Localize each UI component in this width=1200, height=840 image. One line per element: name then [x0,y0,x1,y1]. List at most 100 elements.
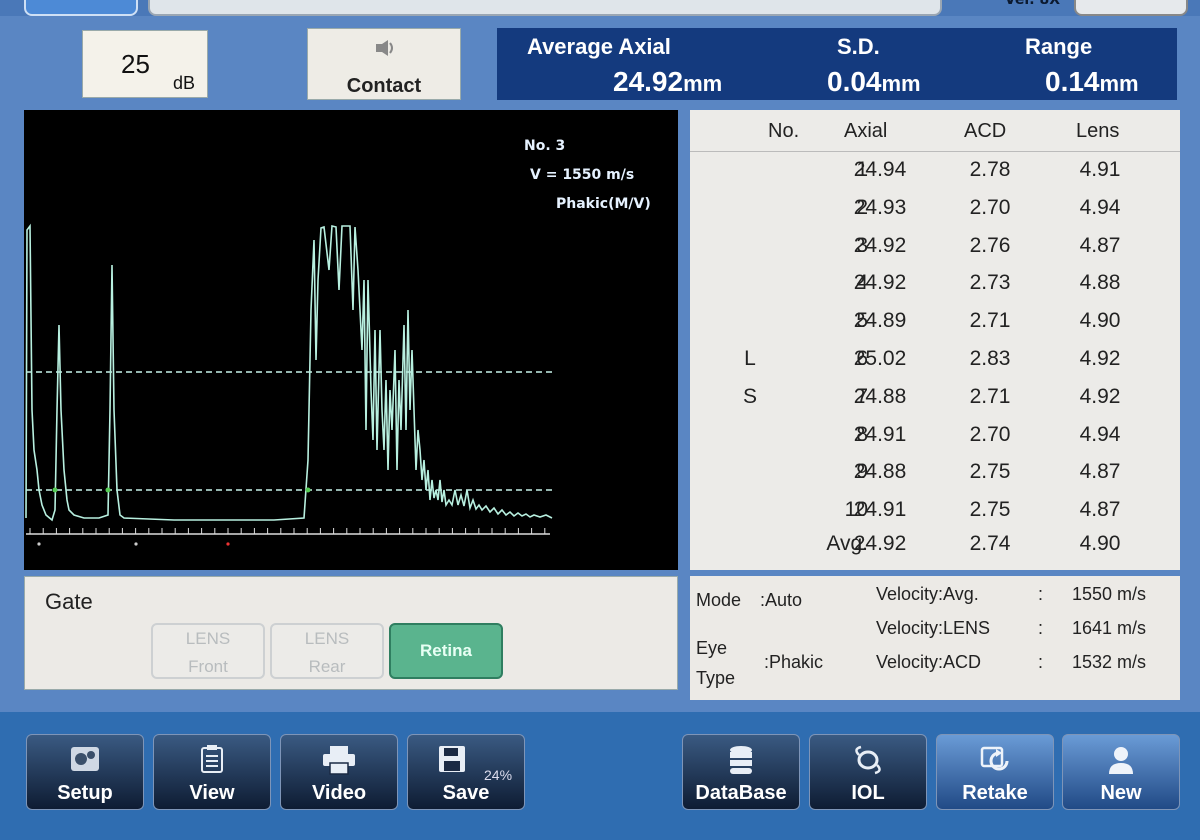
clipboard-icon [201,745,223,773]
ultrasound-screen: Ver. 8X 25 dB Contact Average Axial 24.9… [0,0,1200,840]
printer-icon [323,746,355,775]
row-axial: 24.88 [853,460,907,484]
row-acd: 2.83 [969,347,1011,370]
row-lens: 4.87 [1079,460,1121,484]
database-icon [730,746,752,774]
row-lens: 4.90 [1079,309,1121,333]
table-row: S 7 24.88 2.71 4.92 [690,385,1180,423]
table-row: L 6 25.02 2.83 4.92 [690,347,1180,385]
a-scan-waveform: No. 3 V = 1550 m/s Phakic(M/V) [24,110,678,570]
velocity-acd-label: Velocity:ACD [876,652,982,672]
new-patient-button[interactable]: New [1062,734,1180,810]
row-acd: 2.71 [969,309,1011,333]
row-axial: 24.92 [853,532,907,555]
table-row: 3 24.92 2.76 4.87 [690,234,1180,272]
save-percent: 24% [484,767,513,783]
table-row: 2 24.93 2.70 4.94 [690,196,1180,234]
average-axial-label: Average Axial [527,34,671,59]
contact-label: Contact [346,75,422,97]
row-lens: 4.92 [1079,384,1121,408]
row-acd: 2.71 [969,384,1011,408]
retake-button[interactable]: Retake [936,734,1054,810]
header-divider [690,151,1180,152]
gate-panel: Gate LENS Front LENS Rear Retina [24,576,678,690]
table-row: 8 24.91 2.70 4.94 [690,423,1180,461]
top-tab-left[interactable] [24,0,138,16]
iol-button[interactable]: IOL [809,734,927,810]
row-acd: 2.70 [969,422,1011,446]
mode-value: :Auto [760,590,803,610]
row-lens: 4.94 [1079,195,1121,219]
row-acd: 2.76 [969,233,1011,257]
view-button[interactable]: View [153,734,271,810]
top-title-field: Ver. 8X [148,0,1060,16]
waveform-plot [25,223,554,546]
row-axial: 24.92 [853,271,907,295]
eye-type-value: :Phakic [764,652,824,672]
range-value: 0.14mm [1045,66,1139,97]
row-lens: 4.87 [1079,498,1121,522]
col-header-axial: Axial [844,120,888,142]
row-axial: 24.91 [853,422,907,446]
row-lens: 4.88 [1079,271,1121,295]
row-lens: 4.90 [1079,532,1121,555]
eye-type-label-line1: Eye [696,638,728,658]
sd-label: S.D. [837,34,880,59]
row-acd: 2.73 [969,271,1011,295]
version-label: Ver. 8X [1004,0,1060,8]
gate-lens-front-button[interactable]: LENS Front [151,623,265,679]
row-acd: 2.78 [969,158,1011,181]
row-lens: 4.92 [1079,347,1121,370]
setup-button[interactable]: Setup [26,734,144,810]
average-axial-value: 24.92mm [613,66,723,97]
row-axial: 24.93 [853,195,907,219]
range-unit: mm [1099,71,1139,96]
velocity-acd-colon: : [1038,652,1044,672]
measurement-table: No. Axial ACD Lens 1 24.94 2.78 4.91 2 24.93 2… [690,110,1180,570]
sd-value: 0.04mm [827,66,921,97]
database-button[interactable]: DataBase [682,734,800,810]
velocity-avg-value: 1550 m/s [1072,584,1147,604]
top-bar: Ver. 8X [0,0,1200,16]
contact-button[interactable]: Contact [307,28,461,100]
velocity-avg-label: Velocity:Avg. [876,584,979,604]
row-lens: 4.87 [1079,233,1121,257]
col-header-lens: Lens [1076,120,1120,142]
mode-label: Mode [696,590,742,610]
lens-icon [855,745,881,775]
sd-unit: mm [881,71,921,96]
gate-title: Gate [45,589,93,614]
settings-icon [71,747,99,771]
gain-unit: dB [173,73,196,93]
gain-control[interactable]: 25 dB [82,30,208,98]
row-lens: 4.94 [1079,422,1121,446]
table-row: 1 24.94 2.78 4.91 [690,158,1180,196]
velocity-lens-label: Velocity:LENS [876,618,991,638]
row-axial: 24.88 [853,384,907,408]
row-axial: 25.02 [853,347,907,370]
average-axial-unit: mm [683,71,723,96]
velocity-avg-colon: : [1038,584,1044,604]
table-row: Avg. 24.92 2.74 4.90 [690,532,1180,570]
range-label: Range [1025,34,1093,59]
top-tab-right[interactable] [1074,0,1188,16]
floppy-disk-icon [439,746,466,772]
velocity-lens-colon: : [1038,618,1044,638]
table-row: 5 24.89 2.71 4.90 [690,309,1180,347]
table-row: 9 24.88 2.75 4.87 [690,460,1180,498]
measurement-summary: Average Axial 24.92mm S.D. 0.04mm Range … [497,28,1177,100]
video-button[interactable]: Video [280,734,398,810]
col-header-acd: ACD [964,120,1007,142]
row-axial: 24.92 [853,233,907,257]
velocity-acd-value: 1532 m/s [1072,652,1147,672]
save-button[interactable]: 24% Save [407,734,525,810]
mode-info-panel: Mode :Auto Eye Type :Phakic Velocity:Avg… [690,576,1180,700]
waveform-trace [25,223,553,522]
table-row: 10 24.91 2.75 4.87 [690,498,1180,536]
gate-lens-rear-button[interactable]: LENS Rear [270,623,384,679]
row-acd: 2.70 [969,195,1011,219]
gain-value: 25 [121,49,150,79]
gate-retina-button[interactable]: Retina [389,623,503,679]
speaker-icon [376,40,393,56]
row-acd: 2.75 [969,460,1011,484]
